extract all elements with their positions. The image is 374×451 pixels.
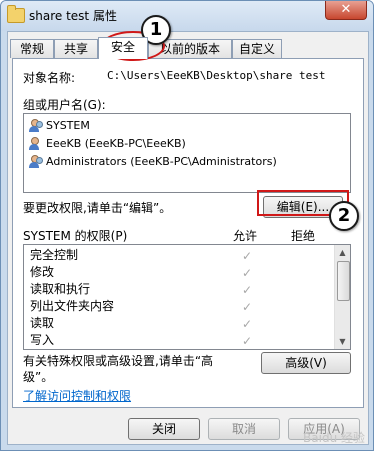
scroll-down-icon[interactable]: ▼ (337, 335, 348, 348)
permissions-title: SYSTEM 的权限(P) (23, 229, 128, 243)
permission-row: 读取 ✓ (30, 315, 252, 331)
tab-security[interactable]: 安全 (98, 37, 148, 59)
advanced-hint-line1: 有关特殊权限或高级设置,请单击“高 (23, 354, 214, 368)
permission-name: 列出文件夹内容 (30, 299, 115, 313)
users-listbox[interactable]: SYSTEM EeeKB (EeeKB-PC\EeeKB) Administra… (23, 113, 351, 193)
window-title: share test 属性 (29, 9, 117, 23)
allow-check-icon: ✓ (242, 283, 253, 297)
learn-access-control-link[interactable]: 了解访问控制和权限 (23, 387, 131, 404)
allow-check-icon: ✓ (242, 266, 253, 280)
group-users-label: 组或用户名(G): (23, 98, 106, 112)
allow-check-icon: ✓ (242, 300, 253, 314)
callout-step-2: 2 (329, 201, 359, 231)
watermark: Baidu 经验 (303, 431, 365, 445)
title-bar[interactable]: share test 属性 ✕ (1, 1, 373, 31)
cancel-button[interactable]: 取消 (208, 418, 280, 440)
permission-row: 完全控制 ✓ (30, 247, 252, 263)
tab-general[interactable]: 常规 (10, 39, 54, 58)
allow-check-icon: ✓ (242, 317, 253, 331)
permission-row: 写入 ✓ (30, 332, 252, 348)
deny-column-header: 拒绝 (291, 229, 316, 243)
scroll-up-icon[interactable]: ▲ (337, 246, 348, 259)
dialog-client: 常规 共享 安全 以前的版本 自定义 对象名称: C:\Users\EeeKB\… (7, 31, 369, 445)
user-name: SYSTEM (46, 119, 90, 132)
permission-name: 写入 (30, 333, 55, 347)
close-button[interactable]: ✕ (325, 1, 367, 20)
permission-name: 完全控制 (30, 248, 79, 262)
permission-row: 读取和执行 ✓ (30, 281, 252, 297)
permission-name: 读取 (30, 316, 55, 330)
security-panel: 对象名称: C:\Users\EeeKB\Desktop\share test … (12, 58, 364, 408)
advanced-button[interactable]: 高级(V) (261, 352, 351, 374)
group-users-icon (28, 119, 43, 133)
user-name: Administrators (EeeKB-PC\Administrators) (46, 155, 277, 168)
tab-customize[interactable]: 自定义 (232, 39, 282, 58)
permissions-list[interactable]: 完全控制 ✓ 修改 ✓ 读取和执行 ✓ 列出文件夹内容 ✓ 读取 ✓ 写入 ✓ ▲ ▼ (23, 244, 351, 350)
allow-check-icon: ✓ (242, 249, 253, 263)
close-dialog-button[interactable]: 关闭 (128, 418, 200, 440)
advanced-hint-line2: 级”。 (23, 370, 54, 384)
group-users-icon (28, 155, 43, 169)
permission-name: 修改 (30, 265, 55, 279)
permission-row: 列出文件夹内容 ✓ (30, 298, 252, 314)
object-name-value: C:\Users\EeeKB\Desktop\share test (107, 69, 326, 82)
scroll-thumb[interactable] (337, 261, 350, 301)
permission-row: 修改 ✓ (30, 264, 252, 280)
properties-window: share test 属性 ✕ 常规 共享 安全 以前的版本 自定义 对象名称:… (0, 0, 374, 451)
allow-column-header: 允许 (233, 229, 258, 243)
tab-sharing[interactable]: 共享 (54, 39, 98, 58)
permission-name: 读取和执行 (30, 282, 91, 296)
permissions-scrollbar[interactable]: ▲ ▼ (334, 245, 350, 349)
user-icon (28, 137, 42, 151)
object-name-label: 对象名称: (23, 71, 76, 85)
change-permissions-hint: 要更改权限,请单击“编辑”。 (23, 201, 172, 215)
allow-check-icon: ✓ (242, 334, 253, 348)
folder-icon (7, 5, 25, 23)
user-name: EeeKB (EeeKB-PC\EeeKB) (46, 137, 186, 150)
